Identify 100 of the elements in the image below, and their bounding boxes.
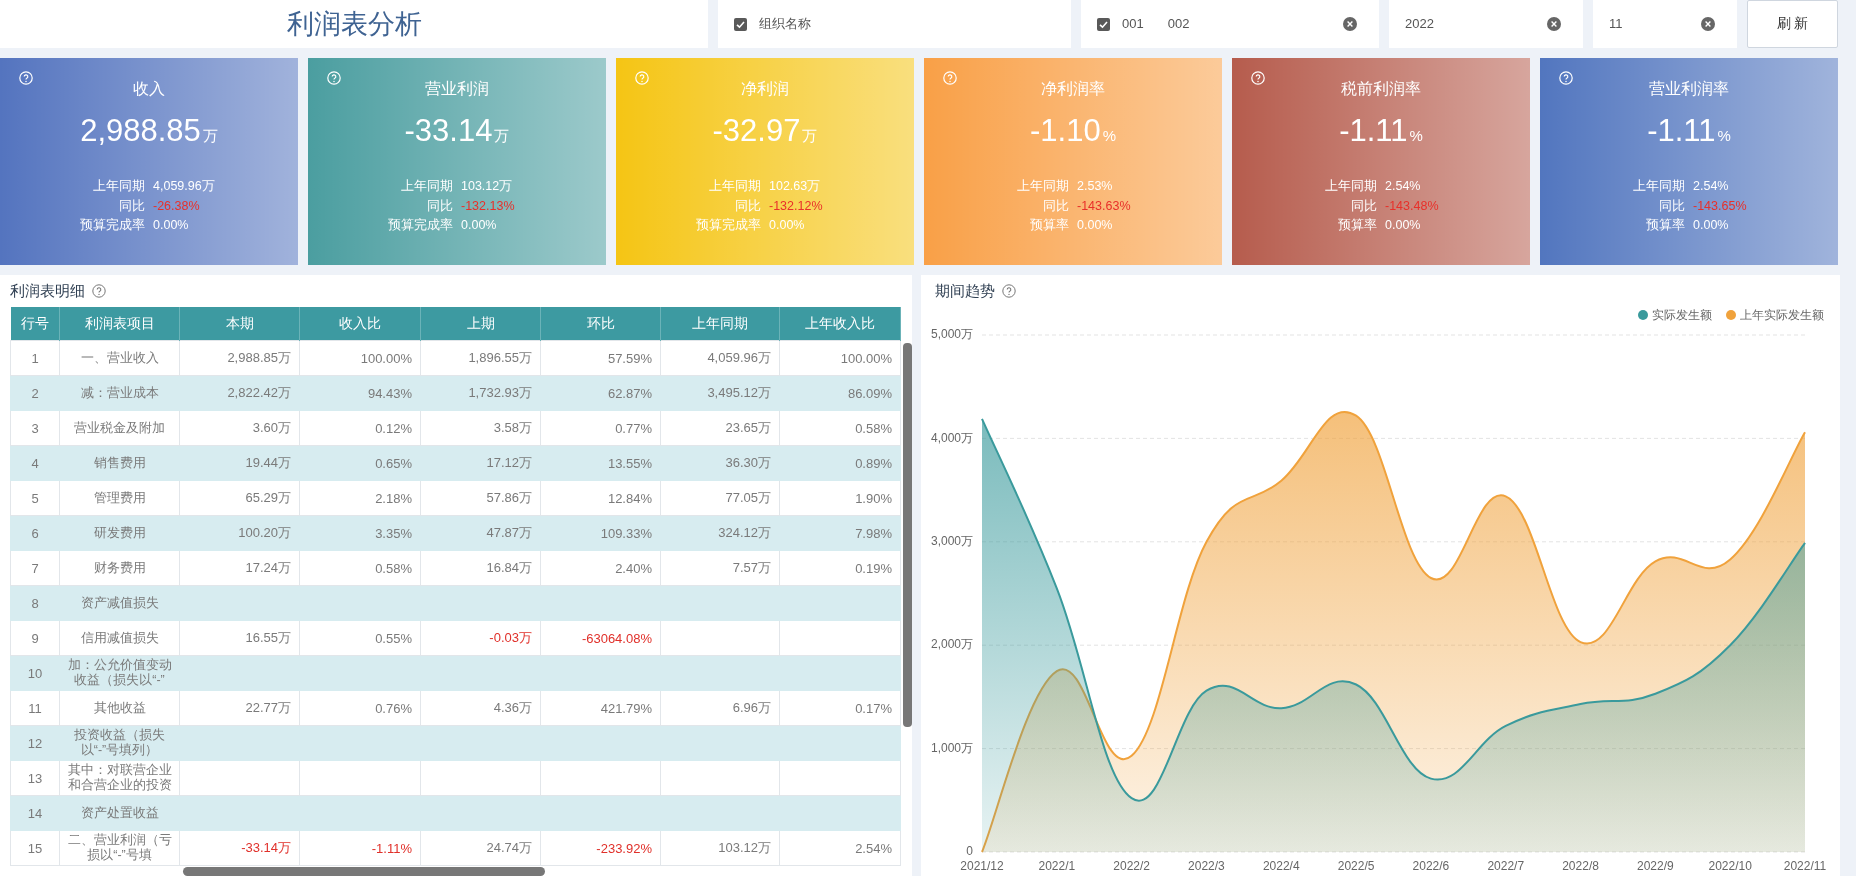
kpi-row-value: 0.00%: [1077, 217, 1113, 234]
table-cell: 11: [10, 690, 60, 726]
kpi-title: 营业利润率: [1649, 79, 1729, 99]
table-cell: 100.20万: [179, 515, 300, 551]
kpi-label: 同比: [119, 197, 145, 215]
table-cell: 17.24万: [179, 550, 300, 586]
x-axis-label: 2022/6: [1412, 859, 1450, 874]
kpi-row-value: 0.00%: [461, 217, 497, 234]
table-cell: 0.12%: [299, 410, 421, 446]
kpi-row-value: -26.38%: [153, 197, 200, 215]
table-cell: 减：营业成本: [59, 375, 180, 411]
table-cell: 7.98%: [779, 515, 901, 551]
table-cell: 421.79%: [540, 690, 661, 726]
table-cell: 3.35%: [299, 515, 421, 551]
table-cell: 1,732.93万: [420, 375, 541, 411]
kpi-row-value: -132.13%: [461, 197, 515, 215]
kpi-label: 同比: [1659, 197, 1685, 215]
select-value: 002: [1167, 15, 1190, 33]
table-cell: 1: [10, 340, 60, 376]
x-axis-label: 2022/10: [1708, 859, 1752, 874]
table-cell: 其他收益: [59, 690, 180, 726]
table-cell: 13.55%: [540, 445, 661, 481]
kpi-value: -1.10%: [1030, 112, 1116, 150]
kpi-row-value: 0.00%: [1385, 217, 1421, 234]
table-cell: 0.77%: [540, 410, 661, 446]
table-cell: 22.77万: [179, 690, 300, 726]
kpi-value: -1.11%: [1647, 112, 1731, 150]
kpi-value: -32.97万: [712, 112, 818, 150]
table-cell: 57.86万: [420, 480, 541, 516]
table-cell: 7.57万: [660, 550, 780, 586]
table-cell: 加：公允价值变动收益（损失以“-”: [59, 655, 180, 691]
table-cell: 3: [10, 410, 60, 446]
kpi-title: 营业利润: [425, 79, 489, 99]
table-cell: 0.19%: [779, 550, 901, 586]
kpi-label: 上年同期: [401, 178, 453, 195]
table-cell: 2.18%: [299, 480, 421, 516]
table-cell: 65.29万: [179, 480, 300, 516]
x-axis-label: 2022/2: [1113, 859, 1150, 874]
table-cell: 研发费用: [59, 515, 180, 551]
y-axis-label: 0: [966, 844, 973, 859]
table-cell: 23.65万: [660, 410, 780, 446]
table-cell: 100.00%: [299, 340, 421, 376]
table-cell: 77.05万: [660, 480, 780, 516]
select-value: 2022: [1405, 15, 1434, 33]
section-title: 期间趋势: [935, 281, 995, 301]
kpi-value: -33.14万: [404, 112, 510, 150]
table-cell: 94.43%: [299, 375, 421, 411]
table-cell: 0.76%: [299, 690, 421, 726]
x-axis-label: 2022/1: [1038, 859, 1076, 874]
x-axis-label: 2022/4: [1262, 859, 1300, 874]
kpi-row-value: -143.63%: [1077, 197, 1131, 215]
table-cell: 0.89%: [779, 445, 901, 481]
x-axis-label: 2022/7: [1487, 859, 1525, 874]
table-cell: 资产减值损失: [59, 585, 180, 621]
kpi-row-value: -132.12%: [769, 197, 823, 215]
kpi-label: 预算率: [1030, 217, 1069, 234]
kpi-row-value: -143.65%: [1693, 197, 1747, 215]
table-cell: 财务费用: [59, 550, 180, 586]
table-cell: 109.33%: [540, 515, 661, 551]
y-axis-label: 4,000万: [930, 430, 973, 445]
table-cell: 资产处置收益: [59, 795, 180, 831]
kpi-label: 预算完成率: [388, 217, 453, 234]
table-cell: 0.55%: [299, 620, 421, 656]
table-cell: 103.12万: [660, 830, 780, 866]
table-cell: 3,495.12万: [660, 375, 780, 411]
select-value: 11: [1609, 15, 1623, 33]
table-cell: 0.58%: [299, 550, 421, 586]
table-cell: 其中：对联营企业和合营企业的投资: [59, 760, 180, 796]
table-cell: 管理费用: [59, 480, 180, 516]
table-cell: 一、营业收入: [59, 340, 180, 376]
kpi-label: 同比: [1043, 197, 1069, 215]
table-cell: 0.65%: [299, 445, 421, 481]
table-cell: 2,822.42万: [179, 375, 300, 411]
kpi-row-value: 4,059.96万: [153, 178, 215, 195]
table-cell: 62.87%: [540, 375, 661, 411]
table-cell: 信用减值损失: [59, 620, 180, 656]
table-cell: 1,896.55万: [420, 340, 541, 376]
select-value: 组织名称: [759, 15, 811, 33]
kpi-title: 税前利润率: [1341, 79, 1421, 99]
table-cell: 投资收益（损失以“-”号填列）: [59, 725, 180, 761]
kpi-title: 净利润率: [1041, 79, 1105, 99]
select-value: 001: [1122, 15, 1144, 33]
table-cell: 7: [10, 550, 60, 586]
table-cell: 13: [10, 760, 60, 796]
y-axis-label: 5,000万: [930, 327, 973, 342]
kpi-label: 预算率: [1338, 217, 1377, 234]
table-cell: 0.17%: [779, 690, 901, 726]
table-cell: 二、营业利润（亏损以“-”号填: [59, 830, 180, 866]
x-axis-label: 2022/3: [1188, 859, 1225, 874]
table-cell: 324.12万: [660, 515, 780, 551]
table-cell: 4: [10, 445, 60, 481]
table-cell: 9: [10, 620, 60, 656]
table-cell: 12.84%: [540, 480, 661, 516]
page-title: 利润表分析: [286, 8, 422, 41]
kpi-label: 上年同期: [1633, 178, 1685, 195]
kpi-label: 同比: [1351, 197, 1377, 215]
table-cell: -0.03万: [420, 620, 541, 656]
table-cell: 4,059.96万: [660, 340, 780, 376]
kpi-value: 2,988.85万: [80, 112, 218, 150]
table-cell: 15: [10, 830, 60, 866]
